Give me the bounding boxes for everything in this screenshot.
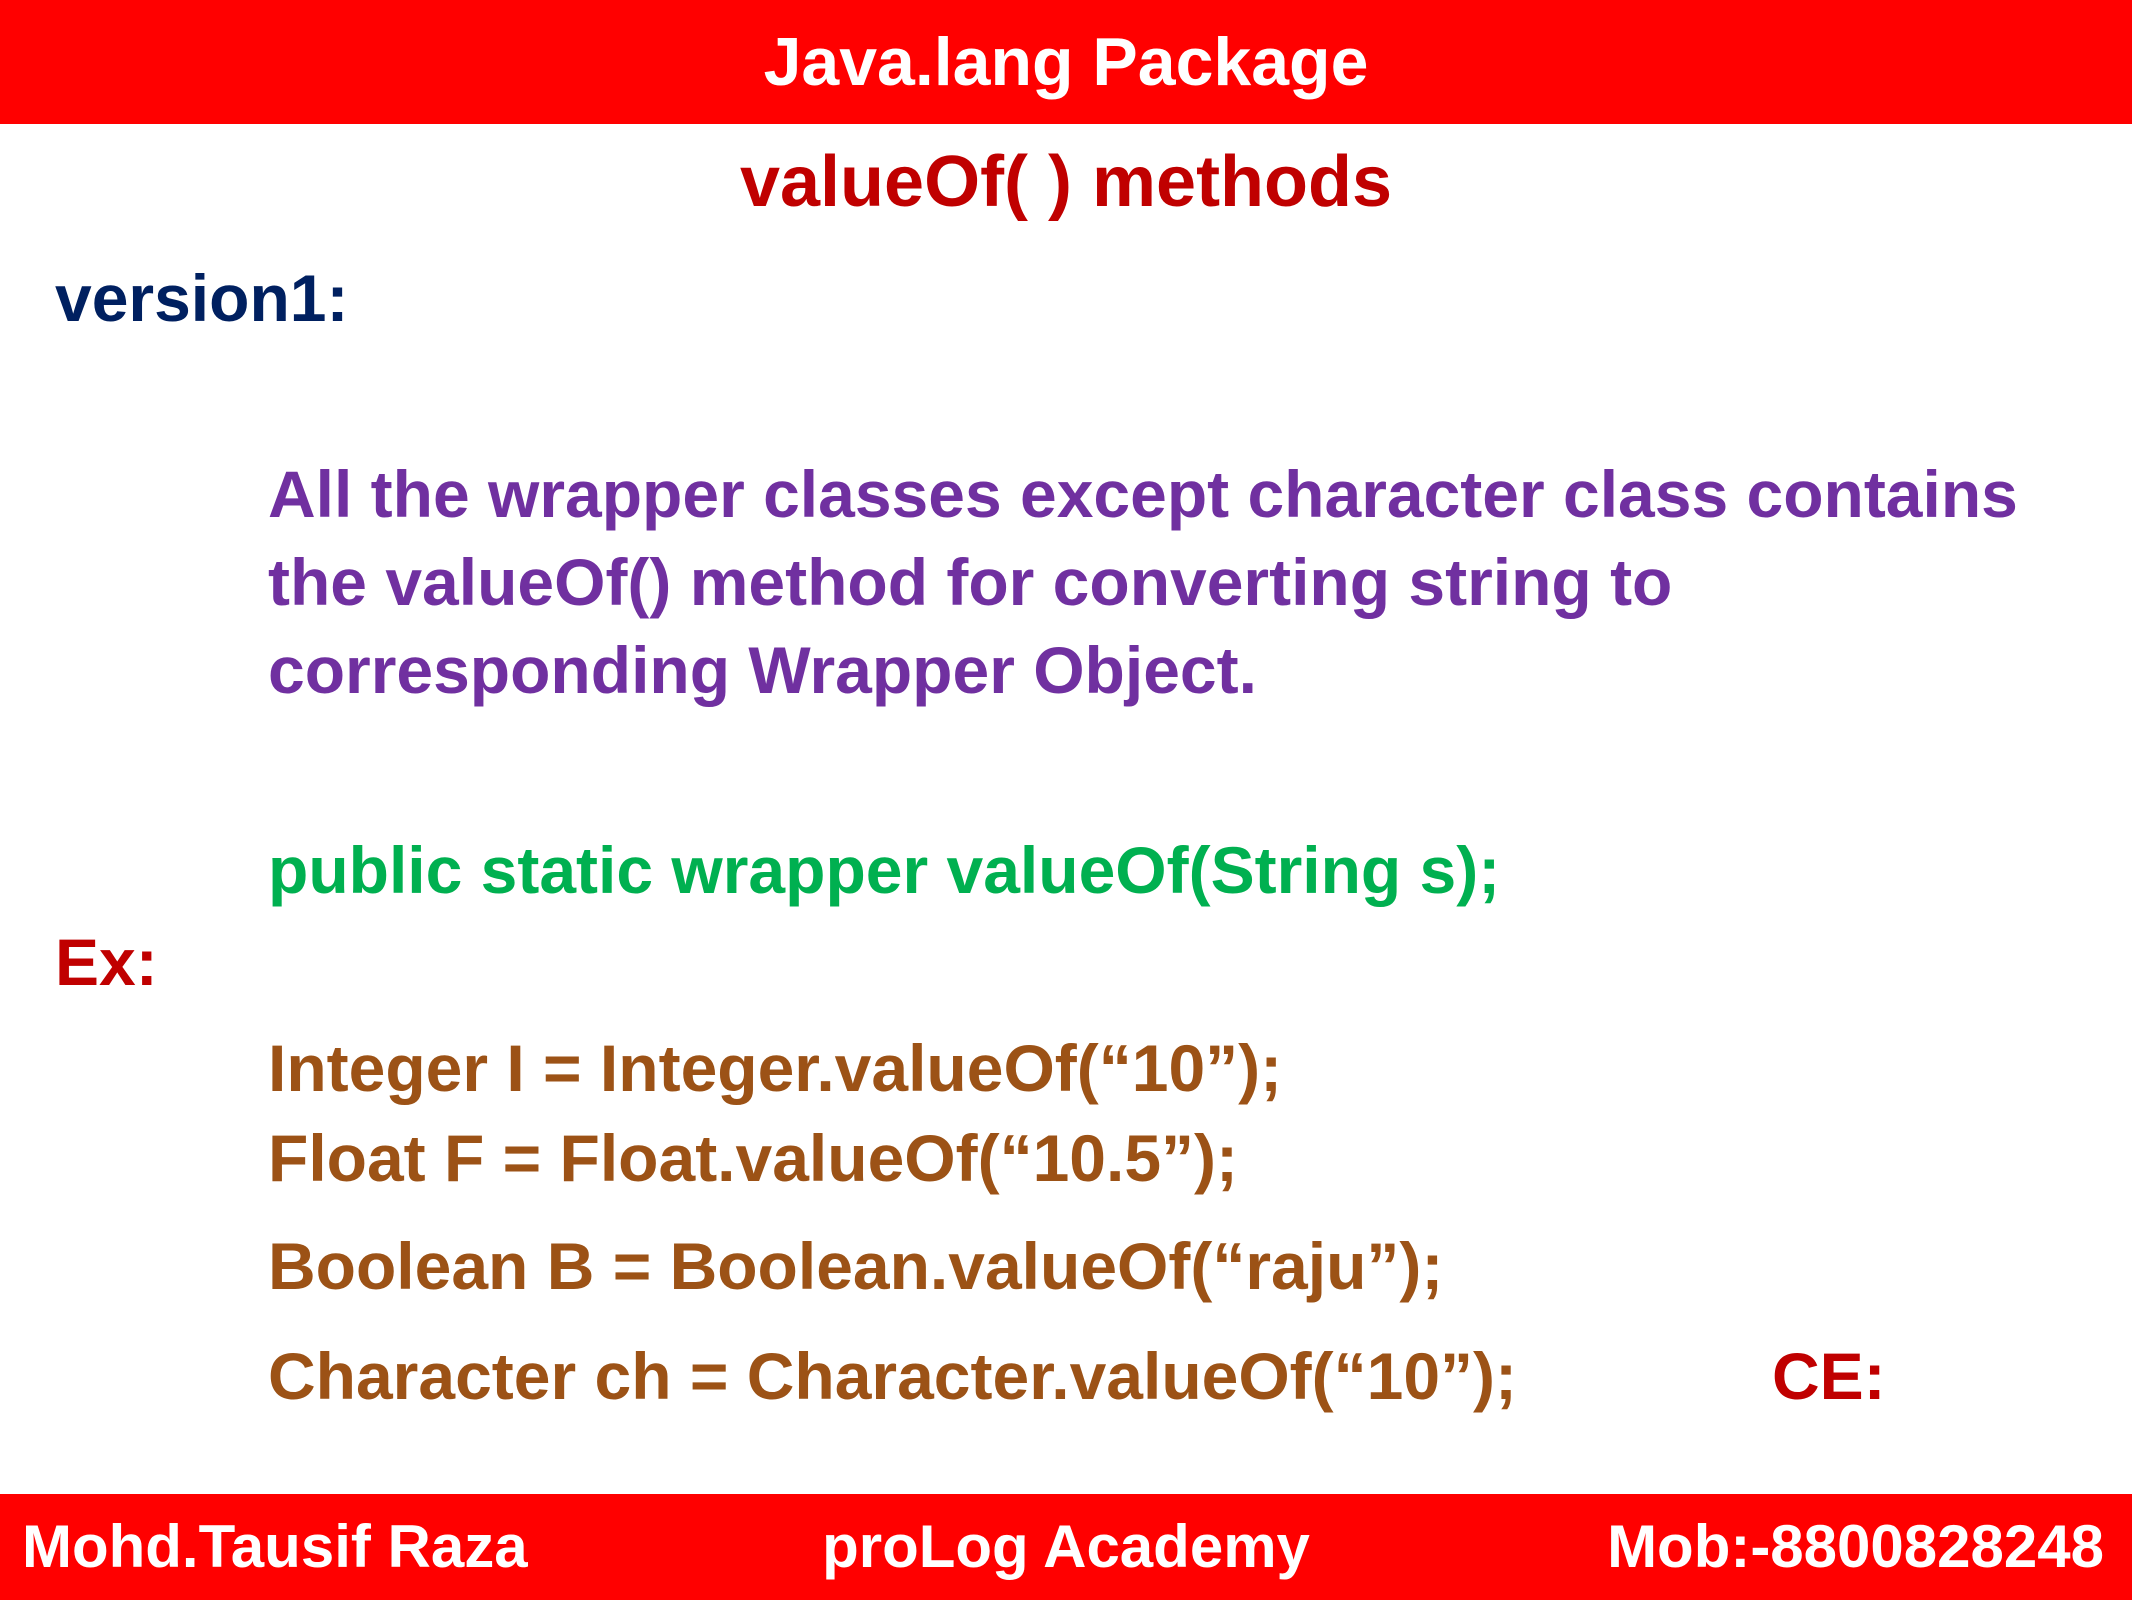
compile-error-label: CE: — [1772, 1339, 1886, 1413]
code-line-float: Float F = Float.valueOf(“10.5”); — [268, 1121, 1238, 1195]
code-line-boolean: Boolean B = Boolean.valueOf(“raju”); — [268, 1229, 1444, 1303]
code-line-integer: Integer I = Integer.valueOf(“10”); — [268, 1031, 1283, 1105]
page-title: Java.lang Package — [763, 24, 1369, 100]
slide-subtitle: valueOf( ) methods — [739, 142, 1393, 222]
description-text: All the wrapper classes except character… — [268, 457, 2018, 707]
example-label: Ex: — [55, 925, 158, 999]
version-label: version1: — [55, 261, 349, 335]
footer-author: Mohd.Tausif Raza — [22, 1513, 528, 1580]
method-signature: public static wrapper valueOf(String s); — [268, 833, 1501, 907]
footer-mobile: Mob:-8800828248 — [1607, 1513, 2104, 1580]
code-line-character: Character ch = Character.valueOf(“10”); — [268, 1339, 1518, 1413]
